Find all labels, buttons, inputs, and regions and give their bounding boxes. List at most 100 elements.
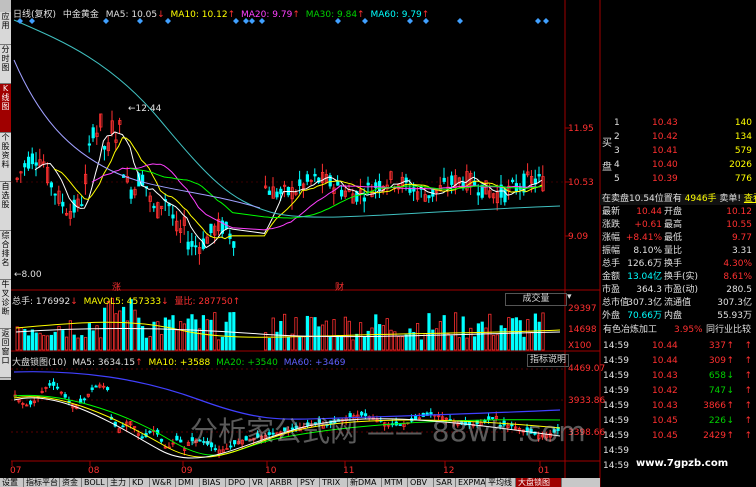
price-candle[interactable] (537, 174, 541, 177)
price-candle[interactable] (34, 162, 38, 166)
left-tab-3[interactable]: 个股资料 (0, 133, 11, 182)
price-candle[interactable] (362, 197, 367, 202)
index-candle[interactable] (63, 394, 67, 398)
price-candle[interactable] (232, 241, 236, 248)
price-candle[interactable] (267, 190, 272, 195)
index-candle[interactable] (159, 438, 164, 442)
price-candle[interactable] (80, 204, 84, 207)
price-candle[interactable] (129, 189, 133, 199)
tick-row[interactable]: 14:59 10.44 309 ↑ ↑ (600, 356, 756, 367)
indicator-tab[interactable]: 资金 (60, 478, 82, 487)
price-candle[interactable] (103, 146, 107, 150)
industry-compare-link[interactable]: 同行业比较 (706, 325, 751, 336)
left-tab-0[interactable]: 应用 (0, 12, 11, 45)
indicator-tab[interactable]: PSY (298, 478, 320, 487)
indicator-tab[interactable]: BOLL (82, 478, 108, 487)
indicator-tab[interactable]: SAR (434, 478, 456, 487)
indicator-tab[interactable]: 大盘锁图 (516, 478, 562, 487)
index-candle[interactable] (175, 435, 179, 441)
price-candle[interactable] (313, 173, 317, 177)
price-candle[interactable] (305, 174, 310, 182)
order-book-row[interactable]: 1 10.43 140 (600, 118, 756, 129)
index-candle[interactable] (140, 436, 144, 439)
price-candle[interactable] (72, 199, 76, 213)
indicator-tab[interactable]: ARBR (268, 478, 298, 487)
left-tab-4[interactable]: 自选股 (0, 182, 11, 231)
volume-dropdown-icon[interactable]: ▾ (567, 292, 572, 302)
price-candle[interactable] (442, 177, 446, 182)
price-candle[interactable] (209, 223, 213, 234)
indicator-tab[interactable]: BIAS (200, 478, 226, 487)
price-candle[interactable] (510, 179, 515, 182)
view-detail-link[interactable]: 查看详细 (744, 194, 756, 204)
index-candle[interactable] (106, 387, 110, 391)
left-tab-2[interactable]: K线图 (0, 84, 11, 133)
indicator-tab[interactable]: W&R (150, 478, 176, 487)
order-book-row[interactable]: 3 10.41 579 (600, 146, 756, 157)
period-label[interactable]: 日线(复权) (13, 10, 56, 20)
price-candle[interactable] (53, 193, 57, 196)
tick-row[interactable]: 14:59 10.44 337 ↑ ↑ (600, 341, 756, 352)
price-candle[interactable] (408, 187, 412, 193)
indicator-tab[interactable]: DPO (226, 478, 250, 487)
index-candle[interactable] (82, 398, 87, 401)
price-candle[interactable] (61, 201, 65, 207)
price-candle[interactable] (339, 189, 344, 197)
price-candle[interactable] (427, 195, 431, 199)
event-marker-cai[interactable]: 财 (335, 280, 344, 293)
index-candle[interactable] (179, 439, 183, 443)
left-tab-6[interactable]: 牛叉诊断 (0, 280, 11, 329)
indicator-tab[interactable]: 主力 (108, 478, 130, 487)
price-candle[interactable] (140, 174, 145, 186)
left-tab-1[interactable]: 分时图 (0, 45, 11, 84)
indicator-tab[interactable]: 指标平台 (24, 478, 60, 487)
order-book-row[interactable]: 5 10.39 776 (600, 174, 756, 185)
event-marker-zhang[interactable]: 涨 (112, 280, 121, 293)
price-candle[interactable] (49, 182, 54, 188)
indicator-tab[interactable]: OBV (408, 478, 434, 487)
left-tab-5[interactable]: 综合排名 (0, 231, 11, 280)
index-candle[interactable] (94, 385, 98, 388)
price-candle[interactable] (298, 179, 302, 186)
price-candle[interactable] (23, 163, 27, 168)
indicator-help-button[interactable]: 指标说明 (527, 354, 569, 367)
volume-type-button[interactable]: 成交量 (505, 293, 567, 306)
indicator-tab[interactable]: 平均线 (486, 478, 516, 487)
price-candle[interactable] (279, 188, 283, 195)
index-candle[interactable] (121, 425, 125, 428)
indicator-tab[interactable]: EXPMA (456, 478, 486, 487)
indicator-tab[interactable]: 设置 (0, 478, 24, 487)
price-candle[interactable] (366, 182, 370, 186)
order-book-row[interactable]: 2 10.42 134 (600, 132, 756, 143)
index-candle[interactable] (55, 386, 60, 389)
price-candle[interactable] (87, 143, 91, 146)
price-candle[interactable] (377, 180, 382, 191)
tick-row[interactable]: 14:59 (600, 461, 756, 472)
left-tab-7[interactable]: 返回窗口 (0, 329, 11, 378)
order-book-row[interactable]: 4 10.40 2026 (600, 160, 756, 171)
price-candle[interactable] (514, 183, 519, 192)
tick-row[interactable]: 14:59 (600, 446, 756, 457)
price-candle[interactable] (186, 241, 190, 250)
indicator-tab[interactable]: 新DMA (348, 478, 382, 487)
indicator-tab[interactable]: KD (130, 478, 150, 487)
price-candle[interactable] (450, 175, 454, 185)
price-candle[interactable] (275, 191, 279, 198)
tick-row[interactable]: 14:59 10.45 226 ↓ ↑ (600, 416, 756, 427)
price-candle[interactable] (152, 205, 156, 209)
price-candle[interactable] (190, 241, 194, 247)
indicator-tab[interactable]: MTM (382, 478, 408, 487)
industry-name[interactable]: 有色冶炼加工 (603, 325, 657, 335)
price-candle[interactable] (91, 127, 95, 139)
indicator-tab[interactable]: DMI (176, 478, 200, 487)
index-candle[interactable] (148, 430, 152, 433)
tick-row[interactable]: 14:59 10.45 2429 ↑ ↑ (600, 431, 756, 442)
price-candle[interactable] (171, 214, 175, 219)
index-candle[interactable] (28, 400, 33, 405)
price-candle[interactable] (30, 153, 35, 165)
price-candle[interactable] (26, 156, 31, 169)
indicator-tab[interactable]: VR (250, 478, 268, 487)
index-candle[interactable] (90, 387, 94, 390)
index-candle[interactable] (52, 381, 56, 386)
tick-row[interactable]: 14:59 10.43 658 ↓ ↑ (600, 371, 756, 382)
